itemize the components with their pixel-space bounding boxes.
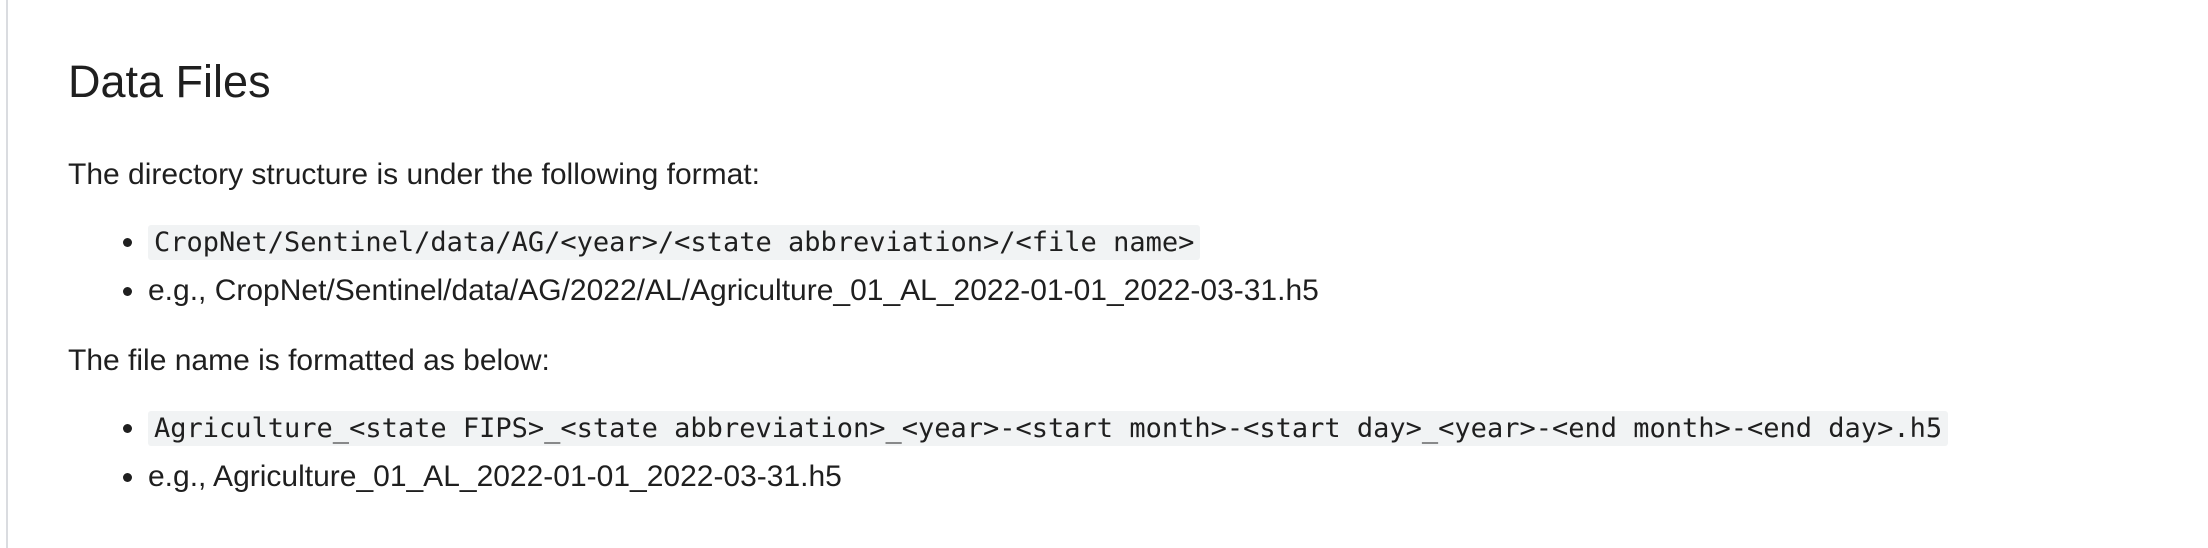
filename-format-code: Agriculture_<state FIPS>_<state abbrevia… <box>148 411 1949 446</box>
directory-example-text: e.g., CropNet/Sentinel/data/AG/2022/AL/A… <box>148 274 1319 307</box>
section-title: Data Files <box>68 56 271 107</box>
directory-intro-text: The directory structure is under the fol… <box>68 158 760 191</box>
left-border-divider <box>6 0 8 548</box>
list-item: e.g., CropNet/Sentinel/data/AG/2022/AL/A… <box>68 270 2168 319</box>
filename-intro-text: The file name is formatted as below: <box>68 344 550 377</box>
list-item: Agriculture_<state FIPS>_<state abbrevia… <box>68 407 2168 456</box>
directory-format-code: CropNet/Sentinel/data/AG/<year>/<state a… <box>148 225 1201 260</box>
filename-list: Agriculture_<state FIPS>_<state abbrevia… <box>68 407 2168 505</box>
content-area: Data Files The directory structure is un… <box>68 52 2168 505</box>
bullet-icon <box>123 424 132 433</box>
list-item: CropNet/Sentinel/data/AG/<year>/<state a… <box>68 221 2168 270</box>
filename-example-text: e.g., Agriculture_01_AL_2022-01-01_2022-… <box>148 460 842 493</box>
bullet-icon <box>123 238 132 247</box>
page: Data Files The directory structure is un… <box>0 0 2208 548</box>
directory-list: CropNet/Sentinel/data/AG/<year>/<state a… <box>68 221 2168 319</box>
list-item: e.g., Agriculture_01_AL_2022-01-01_2022-… <box>68 456 2168 505</box>
bullet-icon <box>123 473 132 482</box>
bullet-icon <box>123 287 132 296</box>
